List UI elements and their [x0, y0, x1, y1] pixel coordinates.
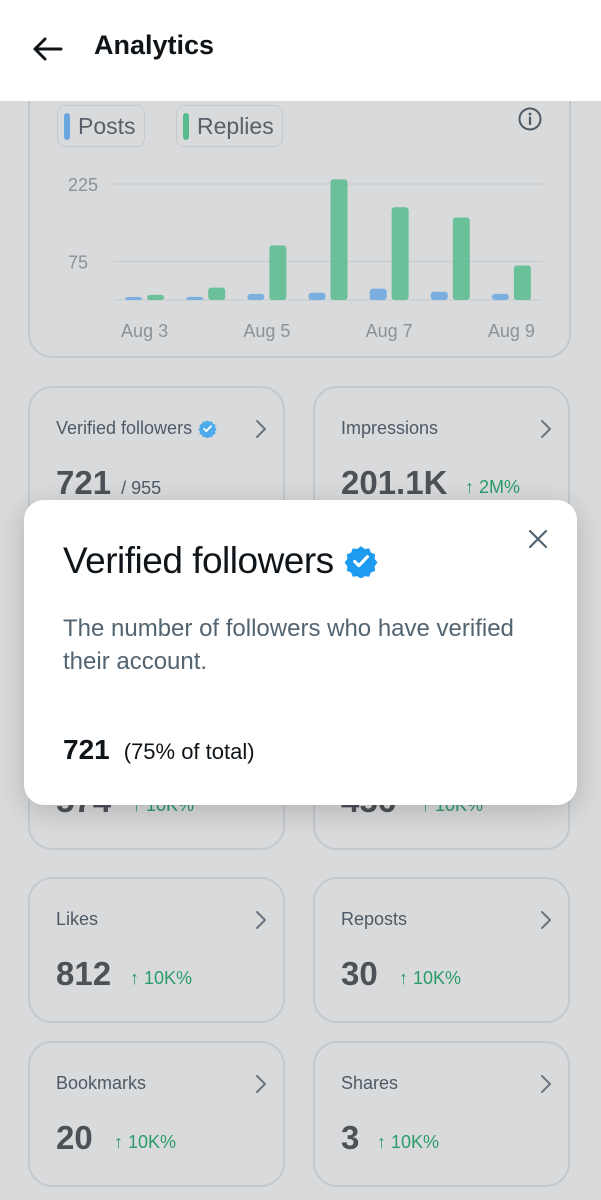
bar-replies-4 [391, 207, 409, 300]
stat-change: ↑ 2M% [465, 477, 521, 497]
stat-value: 812 [56, 955, 112, 992]
stat-value: 20 [56, 1119, 93, 1156]
back-arrow-icon [33, 37, 63, 61]
stat-value-total: / 955 [121, 478, 162, 498]
x-tick-label: Aug 3 [121, 321, 168, 341]
y-tick-label: 225 [68, 175, 98, 195]
verified-badge-icon [198, 420, 217, 438]
bar-posts-0 [125, 297, 143, 300]
bar-replies-6 [513, 265, 531, 300]
activity-chart-card: Posts Replies 225 75 Aug 3 Aug 5 Aug 7 Aug 9 [28, 70, 571, 358]
dialog-title: Verified followers [63, 540, 378, 582]
stat-change: ↑ 10K% [399, 968, 462, 988]
stat-label: Shares [341, 1073, 399, 1093]
stat-value: 721 / 955 [56, 464, 161, 502]
verified-followers-dialog: Verified followers The number of followe… [24, 500, 577, 805]
stat-label: Verified followers [56, 418, 217, 439]
bar-posts-3 [308, 292, 326, 300]
dialog-description: The number of followers who have verifie… [63, 615, 514, 675]
stat-change: ↑ 10K% [114, 1132, 177, 1152]
stat-label: Bookmarks [56, 1073, 147, 1093]
stat-value: 201.1K [341, 464, 448, 501]
chevron-right-icon [256, 1075, 266, 1093]
chevron-right-icon [541, 911, 551, 929]
stat-label: Likes [56, 909, 99, 929]
bar-replies-3 [330, 179, 348, 300]
stat-change: ↑ 10K% [130, 968, 193, 988]
dialog-title-text: Verified followers [63, 540, 334, 581]
chevron-right-icon [256, 911, 266, 929]
stat-card-shares[interactable]: Shares 3 ↑ 10K% [313, 1041, 570, 1187]
stat-label: Impressions [341, 418, 439, 438]
dialog-stat-value: 721 [63, 734, 110, 765]
stat-value: 3 [341, 1119, 360, 1156]
stat-change: ↑ 10K% [377, 1132, 440, 1152]
chevron-right-icon [541, 420, 551, 438]
chevron-right-icon [541, 1075, 551, 1093]
dialog-stat-percent: (75% of total) [123, 739, 255, 764]
chevron-right-icon [256, 420, 266, 438]
x-tick-label: Aug 7 [366, 321, 413, 341]
bar-posts-6 [491, 293, 509, 300]
page-title: Analytics [94, 30, 215, 60]
bar-replies-1 [208, 287, 226, 300]
stat-label: Reposts [341, 909, 408, 929]
stat-card-likes[interactable]: Likes 812 ↑ 10K% [28, 877, 285, 1023]
bar-posts-5 [430, 291, 448, 300]
bar-posts-4 [369, 288, 387, 300]
close-icon[interactable] [527, 528, 549, 550]
y-tick-label: 75 [68, 252, 88, 272]
bar-replies-5 [452, 217, 470, 300]
x-tick-label: Aug 5 [243, 321, 290, 341]
bar-chart: 225 75 Aug 3 Aug 5 Aug 7 Aug 9 [68, 175, 542, 341]
bar-replies-0 [147, 294, 165, 300]
dialog-stat: 721 (75% of total) [63, 734, 255, 766]
back-button[interactable] [28, 30, 66, 68]
stat-value: 30 [341, 955, 378, 992]
stat-value-number: 721 [56, 464, 112, 501]
stat-card-reposts[interactable]: Reposts 30 ↑ 10K% [313, 877, 570, 1023]
verified-badge-icon [344, 546, 378, 578]
bar-replies-2 [269, 245, 287, 300]
bar-posts-2 [247, 293, 265, 300]
bar-posts-1 [186, 296, 204, 300]
x-tick-label: Aug 9 [488, 321, 535, 341]
app-header: Analytics [0, 0, 601, 101]
stat-label-text: Verified followers [56, 418, 193, 438]
stat-card-bookmarks[interactable]: Bookmarks 20 ↑ 10K% [28, 1041, 285, 1187]
